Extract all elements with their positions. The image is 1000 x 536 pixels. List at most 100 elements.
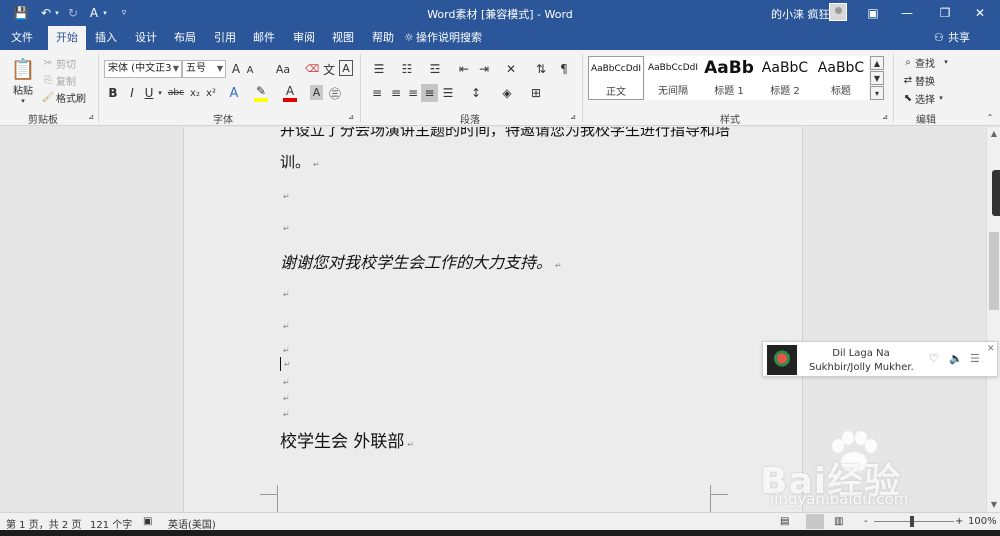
chevron-down-icon[interactable]: ▼ [173, 61, 179, 77]
style-no-spacing[interactable]: AaBbCcDdI 无间隔 [645, 56, 701, 100]
empty-line[interactable]: ↵ [280, 407, 290, 420]
tab-design[interactable]: 设计 [128, 26, 164, 50]
strikethrough-icon[interactable]: abc [167, 84, 185, 102]
format-dropdown-icon[interactable]: ▾ [100, 0, 110, 26]
tell-me-search[interactable]: 操作说明搜索 [416, 26, 482, 50]
grow-font-icon[interactable]: A [229, 60, 243, 78]
paragraph-line[interactable]: 并设立了分会场演讲主题的时间，特邀请您为我校学生进行指导和培 [280, 127, 730, 140]
close-icon[interactable]: ✕ [963, 0, 997, 26]
distributed-icon[interactable]: ☰ [440, 84, 456, 102]
print-layout-icon[interactable] [806, 514, 824, 529]
undo-dropdown-icon[interactable]: ▾ [52, 0, 62, 26]
minimize-icon[interactable]: — [890, 0, 924, 26]
phonetic-guide-icon[interactable]: 文 [322, 60, 336, 78]
language[interactable]: 英语(美国) [168, 516, 216, 531]
ribbon-display-icon[interactable]: ▣ [856, 0, 890, 26]
zoom-slider-track[interactable] [874, 521, 954, 522]
scroll-up-icon[interactable]: ▲ [987, 127, 1000, 141]
superscript-icon[interactable]: x² [204, 84, 218, 102]
asian-layout-icon[interactable]: ✕ [502, 60, 520, 78]
change-case-icon[interactable]: Aa [270, 60, 296, 78]
decrease-indent-icon[interactable]: ⇤ [456, 60, 472, 78]
font-color-icon[interactable]: A [283, 84, 297, 102]
select-dropdown-icon[interactable]: ▾ [937, 91, 945, 105]
text-effects-icon[interactable]: A [226, 84, 242, 102]
collapse-ribbon-icon[interactable]: ⌃ [984, 112, 996, 122]
increase-indent-icon[interactable]: ⇥ [476, 60, 492, 78]
empty-line[interactable]: ↵ [280, 221, 290, 234]
read-mode-icon[interactable]: ▤ [780, 516, 789, 527]
zoom-slider-handle[interactable] [910, 516, 914, 527]
underline-dropdown-icon[interactable]: ▾ [156, 86, 164, 100]
avatar[interactable] [829, 3, 847, 21]
empty-line[interactable]: ↵ [280, 391, 290, 404]
replace-icon[interactable]: ⇄ [902, 73, 914, 87]
styles-scroll-down-icon[interactable]: ▼ [870, 71, 884, 85]
styles-launcher-icon[interactable]: ⊿ [880, 112, 890, 122]
tab-home[interactable]: 开始 [48, 26, 86, 50]
line-spacing-icon[interactable]: ↕ [466, 84, 486, 102]
tab-mailings[interactable]: 邮件 [246, 26, 282, 50]
paste-dropdown-icon[interactable]: ▾ [18, 96, 28, 106]
chevron-down-icon[interactable]: ▼ [217, 61, 223, 77]
empty-line[interactable]: ↵ [280, 287, 290, 300]
character-shading-icon[interactable]: A [310, 85, 323, 100]
justify-icon[interactable]: ≡ [421, 84, 438, 102]
italic-icon[interactable]: I [125, 84, 139, 102]
format-painter-icon[interactable]: 🖌 [42, 90, 55, 104]
font-launcher-icon[interactable]: ⊿ [346, 112, 356, 122]
sort-icon[interactable]: ⇅ [533, 60, 549, 78]
align-right-icon[interactable]: ≡ [405, 84, 421, 102]
web-layout-icon[interactable]: ▥ [834, 516, 843, 527]
font-size-combo[interactable]: 五号 ▼ [182, 60, 226, 78]
tab-help[interactable]: 帮助 [365, 26, 401, 50]
find-dropdown-icon[interactable]: ▾ [942, 55, 950, 69]
font-name-combo[interactable]: 宋体 (中文正3 ▼ [104, 60, 182, 78]
styles-more-icon[interactable]: ▾ [870, 86, 884, 100]
proofing-icon[interactable]: ▣ [143, 516, 152, 527]
maximize-icon[interactable]: ❐ [928, 0, 962, 26]
document-page[interactable]: 并设立了分会场演讲主题的时间，特邀请您为我校学生进行指导和培 训。 ↵ ↵ ↵ 谢… [183, 127, 803, 512]
clear-formatting-icon[interactable]: ⌫ [305, 60, 319, 78]
style-heading-1[interactable]: AaBb 标题 1 [701, 56, 757, 100]
tab-view[interactable]: 视图 [325, 26, 361, 50]
find-button[interactable]: 查找 [915, 55, 941, 70]
style-normal[interactable]: AaBbCcDdI 正文 [588, 56, 644, 100]
paste-icon[interactable]: 📋 [10, 56, 36, 82]
side-gadget[interactable] [992, 170, 1000, 216]
show-marks-icon[interactable]: ¶ [557, 60, 571, 78]
page-count[interactable]: 第 1 页，共 2 页 [6, 516, 81, 531]
paragraph-line[interactable]: 训。 ↵ [280, 151, 320, 172]
borders-icon[interactable]: ⊞ [526, 84, 546, 102]
zoom-level[interactable]: 100% [968, 516, 997, 527]
empty-line[interactable]: ↵ [280, 375, 290, 388]
paste-button[interactable]: 粘贴 [8, 82, 38, 97]
align-left-icon[interactable]: ≡ [369, 84, 385, 102]
bold-icon[interactable]: B [106, 84, 120, 102]
style-title[interactable]: AaBbC 标题 [813, 56, 869, 100]
style-heading-2[interactable]: AaBbC 标题 2 [757, 56, 813, 100]
user-name[interactable]: 的小涞 疯狂 [771, 6, 830, 22]
zoom-out-button[interactable]: - [864, 516, 868, 527]
underline-icon[interactable]: U [142, 84, 156, 102]
zoom-in-button[interactable]: + [955, 516, 963, 527]
tab-layout[interactable]: 布局 [167, 26, 203, 50]
music-player-popup[interactable]: Dil Laga Na Sukhbir/Jolly Mukher... ♡ 🔈 … [762, 341, 998, 377]
paragraph-line[interactable]: 谢谢您对我校学生会工作的大力支持。 ↵ [280, 249, 562, 273]
enclose-characters-icon[interactable]: ㊂ [328, 84, 342, 102]
volume-icon[interactable]: 🔈 [949, 352, 963, 365]
scrollbar-thumb[interactable] [989, 232, 999, 310]
select-cursor-icon[interactable]: ⬉ [902, 91, 914, 105]
tab-review[interactable]: 审阅 [286, 26, 322, 50]
share-button[interactable]: 共享 [948, 26, 970, 50]
empty-line[interactable]: ↵ [280, 189, 290, 202]
paragraph-launcher-icon[interactable]: ⊿ [568, 112, 578, 122]
multilevel-list-icon[interactable]: ☲ [426, 60, 444, 78]
format-painter-button[interactable]: 格式刷 [56, 90, 90, 105]
word-count[interactable]: 121 个字 [90, 516, 132, 531]
shrink-font-icon[interactable]: A [244, 62, 256, 78]
styles-scroll-up-icon[interactable]: ▲ [870, 56, 884, 70]
character-border-icon[interactable]: A [339, 60, 353, 76]
search-icon[interactable]: ⌕ [902, 55, 914, 69]
scroll-down-icon[interactable]: ▼ [987, 498, 1000, 512]
